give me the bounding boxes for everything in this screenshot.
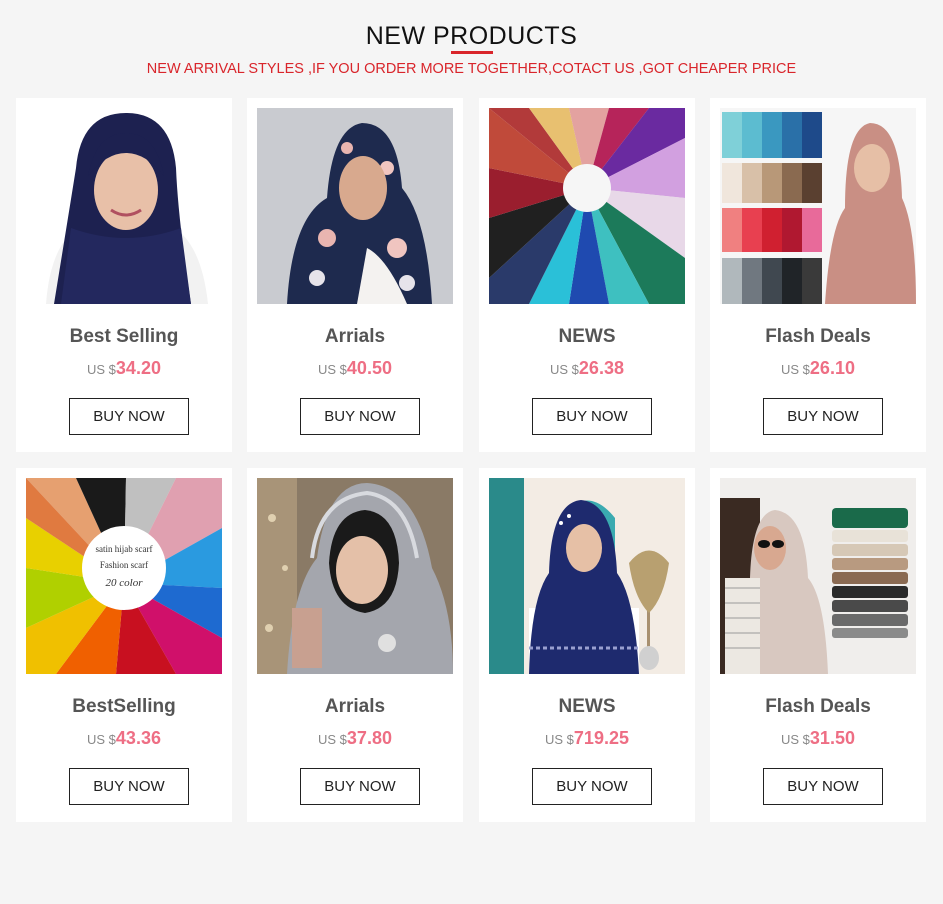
product-price: US $34.20 bbox=[16, 358, 232, 379]
product-card[interactable]: NEWS US $26.38 BUY NOW bbox=[479, 98, 695, 452]
price-amount: 40.50 bbox=[346, 358, 392, 378]
currency-label: US $ bbox=[318, 732, 347, 747]
product-card[interactable]: Flash Deals US $26.10 BUY NOW bbox=[710, 98, 926, 452]
product-category: Arrials bbox=[324, 326, 386, 347]
product-image[interactable] bbox=[257, 478, 453, 674]
buy-now-button[interactable]: BUY NOW bbox=[69, 398, 189, 435]
product-card[interactable]: Best Selling US $34.20 BUY NOW bbox=[16, 98, 232, 452]
currency-label: US $ bbox=[545, 732, 574, 747]
product-price: US $719.25 bbox=[479, 728, 695, 749]
price-amount: 34.20 bbox=[115, 358, 161, 378]
product-card[interactable]: Flash Deals US $31.50 BUY NOW bbox=[710, 468, 926, 822]
price-amount: 43.36 bbox=[115, 728, 161, 748]
currency-label: US $ bbox=[318, 362, 347, 377]
product-card[interactable]: satin hijab scarf Fashion scarf 20 color… bbox=[16, 468, 232, 822]
product-price: US $40.50 bbox=[247, 358, 463, 379]
product-category: Best Selling bbox=[69, 326, 179, 347]
product-category: NEWS bbox=[558, 696, 616, 717]
section-title: NEW PRODUCTS bbox=[365, 22, 578, 50]
buy-now-button[interactable]: BUY NOW bbox=[532, 398, 652, 435]
product-image[interactable] bbox=[257, 108, 453, 304]
currency-label: US $ bbox=[550, 362, 579, 377]
currency-label: US $ bbox=[781, 732, 810, 747]
product-price: US $26.38 bbox=[479, 358, 695, 379]
title-underline bbox=[451, 51, 493, 54]
product-image[interactable] bbox=[489, 478, 685, 674]
product-price: US $26.10 bbox=[710, 358, 926, 379]
product-price: US $31.50 bbox=[710, 728, 926, 749]
image-caption: Fashion scarf bbox=[100, 560, 148, 570]
product-category: Flash Deals bbox=[765, 326, 871, 347]
product-image[interactable]: satin hijab scarf Fashion scarf 20 color bbox=[26, 478, 222, 674]
section-header: NEW PRODUCTS NEW ARRIVAL STYLES ,IF YOU … bbox=[0, 0, 943, 90]
currency-label: US $ bbox=[781, 362, 810, 377]
product-image[interactable] bbox=[489, 108, 685, 304]
currency-label: US $ bbox=[87, 362, 116, 377]
product-card[interactable]: Arrials US $37.80 BUY NOW bbox=[247, 468, 463, 822]
image-caption: satin hijab scarf bbox=[96, 544, 153, 554]
currency-label: US $ bbox=[87, 732, 116, 747]
product-image[interactable] bbox=[720, 478, 916, 674]
product-category: NEWS bbox=[558, 326, 616, 347]
product-category: BestSelling bbox=[72, 696, 176, 717]
product-category: Flash Deals bbox=[765, 696, 871, 717]
price-amount: 26.38 bbox=[578, 358, 624, 378]
product-image[interactable] bbox=[26, 108, 222, 304]
image-caption: 20 color bbox=[106, 577, 144, 589]
product-image[interactable] bbox=[720, 108, 916, 304]
buy-now-button[interactable]: BUY NOW bbox=[763, 768, 883, 805]
buy-now-button[interactable]: BUY NOW bbox=[532, 768, 652, 805]
price-amount: 31.50 bbox=[809, 728, 855, 748]
buy-now-button[interactable]: BUY NOW bbox=[69, 768, 189, 805]
buy-now-button[interactable]: BUY NOW bbox=[300, 768, 420, 805]
price-amount: 719.25 bbox=[573, 728, 629, 748]
product-price: US $37.80 bbox=[247, 728, 463, 749]
price-amount: 26.10 bbox=[809, 358, 855, 378]
buy-now-button[interactable]: BUY NOW bbox=[300, 398, 420, 435]
section-subtitle: NEW ARRIVAL STYLES ,IF YOU ORDER MORE TO… bbox=[146, 61, 797, 77]
buy-now-button[interactable]: BUY NOW bbox=[763, 398, 883, 435]
product-card[interactable]: Arrials US $40.50 BUY NOW bbox=[247, 98, 463, 452]
price-amount: 37.80 bbox=[346, 728, 392, 748]
product-price: US $43.36 bbox=[16, 728, 232, 749]
product-card[interactable]: NEWS US $719.25 BUY NOW bbox=[479, 468, 695, 822]
product-category: Arrials bbox=[324, 696, 386, 717]
